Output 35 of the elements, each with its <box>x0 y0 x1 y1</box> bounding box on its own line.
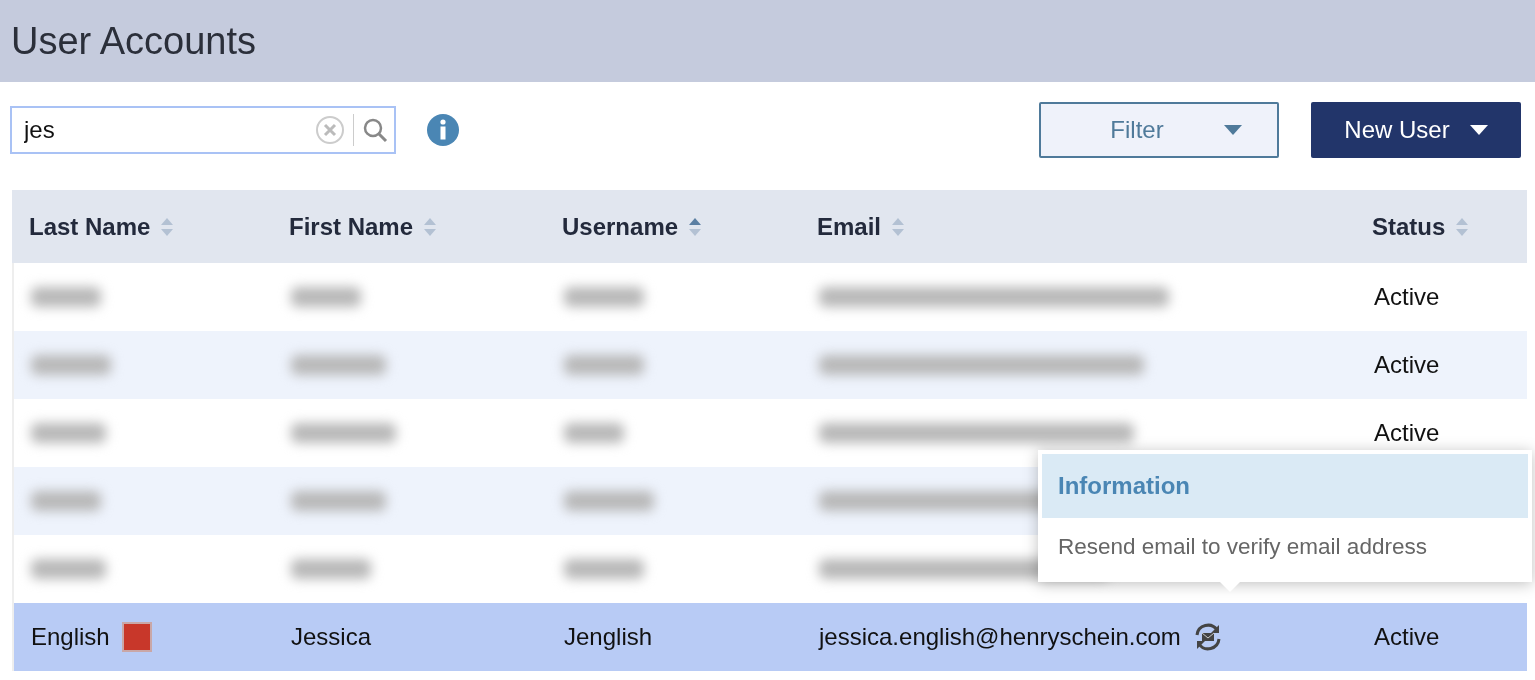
tooltip-text: Resend email to verify email address <box>1057 533 1428 561</box>
info-icon[interactable] <box>426 113 460 147</box>
filter-button[interactable]: Filter <box>1039 102 1279 158</box>
caret-icon <box>1469 125 1488 135</box>
sort-icon[interactable] <box>891 216 906 237</box>
search-field[interactable]: jes <box>10 106 396 154</box>
first-name: Jessica <box>291 623 372 651</box>
selected-row[interactable]: English Jessica Jenglish jessica.english@henryschein.com Active <box>12 603 1527 671</box>
column-header[interactable]: Username <box>562 212 679 241</box>
blurred-text <box>31 287 101 307</box>
last-name: English <box>31 623 110 651</box>
sort-icon[interactable] <box>423 216 438 237</box>
status-text: Active <box>1374 419 1440 447</box>
blurred-text <box>291 287 361 307</box>
column-header[interactable]: First Name <box>289 212 414 241</box>
status-text: Active <box>1374 623 1440 651</box>
column-header[interactable]: Email <box>817 212 882 241</box>
sort-icon[interactable] <box>688 216 703 237</box>
username: Jenglish <box>564 623 653 651</box>
page-title: User Accounts <box>11 19 256 63</box>
column-header[interactable]: Status <box>1372 212 1446 241</box>
search-icon[interactable] <box>362 117 388 143</box>
caret-icon <box>1223 125 1242 135</box>
blurred-text <box>564 423 624 443</box>
status-text: Active <box>1374 283 1440 311</box>
blurred-text <box>31 491 101 511</box>
search-input[interactable]: jes <box>22 115 315 145</box>
sort-icon[interactable] <box>160 216 175 237</box>
tooltip-title: Information <box>1042 454 1528 518</box>
status-text: Active <box>1374 351 1440 379</box>
new-user-button[interactable]: New User <box>1311 102 1521 158</box>
clear-icon[interactable] <box>315 115 345 145</box>
sort-icon[interactable] <box>1455 216 1470 237</box>
column-header[interactable]: Last Name <box>29 212 151 241</box>
email-address: jessica.english@henryschein.com <box>819 623 1181 651</box>
